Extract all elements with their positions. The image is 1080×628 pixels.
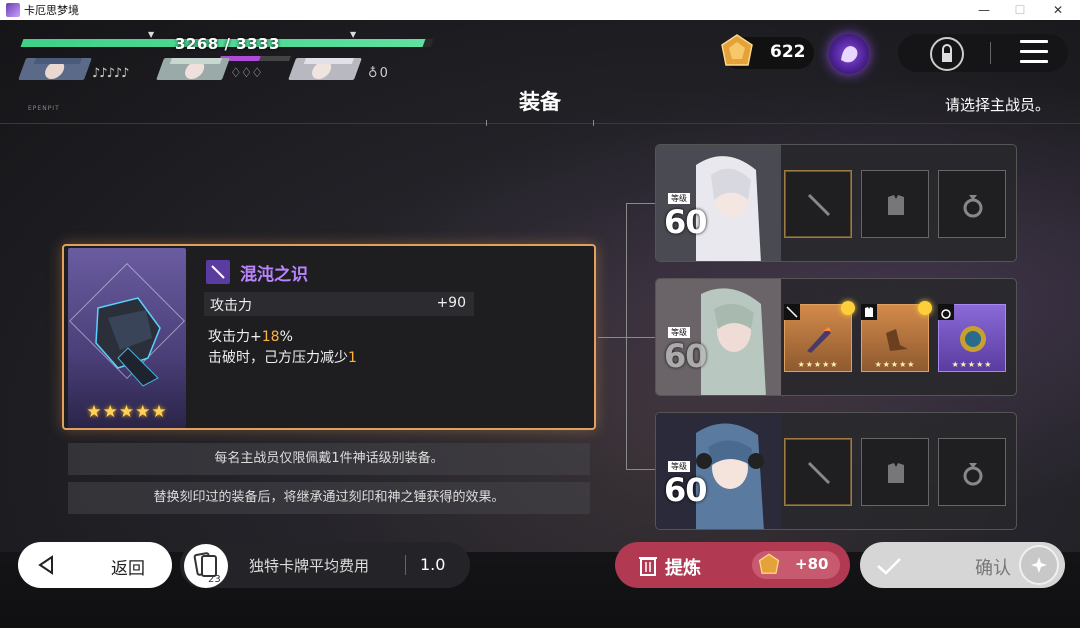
cost-label: 独特卡牌平均费用 bbox=[249, 557, 370, 575]
weapon-slot[interactable] bbox=[784, 170, 852, 238]
equipment-stars: ★★★★★ bbox=[86, 402, 168, 422]
hp-marker: ▼ bbox=[148, 30, 155, 39]
stat-value: +90 bbox=[436, 295, 466, 311]
sword-icon bbox=[807, 461, 831, 485]
party-member-portrait[interactable] bbox=[155, 58, 231, 80]
connector bbox=[626, 203, 627, 469]
selection-hint: 请选择主战员。 bbox=[944, 96, 1050, 114]
minimize-button[interactable]: — bbox=[964, 0, 1004, 20]
note-inherit: 替换刻印过的装备后，将继承通过刻印和神之锤获得的效果。 bbox=[68, 482, 590, 514]
effect-line-2: 击破时，己方压力减少1 bbox=[208, 350, 357, 366]
weapon-slot[interactable]: ★★★★★ bbox=[784, 301, 855, 372]
hp-marker: ▼ bbox=[350, 30, 357, 39]
connector bbox=[598, 337, 626, 338]
confirm-label: 确认 bbox=[975, 558, 1011, 579]
character-level: 60 bbox=[664, 203, 708, 241]
maximize-button[interactable]: ☐ bbox=[1000, 0, 1040, 20]
game-screen: ▼ ▼ 3268 / 3333 ♪♪♪♪♪ ♢♢♢ ♁ 0 EPENPIT 62… bbox=[0, 20, 1080, 628]
connector bbox=[626, 469, 656, 470]
weapon-item-icon bbox=[807, 327, 831, 353]
refine-reward: +80 bbox=[795, 555, 829, 573]
effect-line-1: 攻击力+18% bbox=[208, 329, 293, 345]
ring-icon bbox=[941, 309, 951, 319]
refine-label: 提炼 bbox=[665, 558, 701, 579]
trash-icon bbox=[639, 557, 657, 576]
title-decoration bbox=[486, 120, 594, 126]
boots-item-icon bbox=[886, 329, 908, 351]
app-icon bbox=[6, 3, 20, 17]
ring-slot[interactable] bbox=[938, 170, 1006, 238]
armor-slot[interactable] bbox=[861, 438, 929, 506]
member1-info: ♪♪♪♪♪ bbox=[92, 66, 129, 81]
party-hp-text: 3268 / 3333 bbox=[175, 35, 280, 53]
character-row[interactable]: 等级 60 bbox=[655, 412, 1017, 530]
back-button[interactable]: 返回 bbox=[18, 542, 172, 588]
stat-label: 攻击力 bbox=[210, 298, 252, 314]
armor-icon bbox=[888, 195, 904, 215]
connector bbox=[626, 203, 656, 204]
deck-icon[interactable] bbox=[184, 544, 228, 588]
gem-count: 622 bbox=[770, 42, 806, 62]
character-level: 60 bbox=[664, 337, 708, 375]
party-member-portrait[interactable] bbox=[287, 58, 363, 80]
equipment-image: ★★★★★ bbox=[68, 248, 186, 428]
page-title: 装备 bbox=[519, 90, 561, 114]
cost-value: 1.0 bbox=[420, 555, 446, 574]
sword-icon bbox=[807, 193, 831, 217]
menu-icon[interactable] bbox=[1020, 40, 1048, 66]
character-level: 60 bbox=[664, 471, 708, 509]
weapon-slot[interactable] bbox=[784, 438, 852, 506]
stat-row: 攻击力 +90 bbox=[204, 292, 474, 316]
window-title: 卡厄思梦境 bbox=[24, 4, 79, 17]
close-button[interactable]: ✕ bbox=[1038, 0, 1078, 20]
armor-icon bbox=[888, 463, 904, 483]
deck-count: 23 bbox=[208, 574, 221, 585]
sword-icon bbox=[786, 306, 798, 318]
check-icon bbox=[877, 558, 901, 575]
character-row[interactable]: 等级 60 bbox=[655, 144, 1017, 262]
weapon-type-icon bbox=[206, 260, 230, 284]
equipment-card: ★★★★★ 混沌之识 攻击力 +90 攻击力+18% 击破时，己方压力减少1 bbox=[62, 244, 596, 430]
confirm-sparkle-icon[interactable] bbox=[1019, 545, 1059, 585]
divider bbox=[405, 555, 406, 575]
armor-slot[interactable] bbox=[861, 170, 929, 238]
note-mythic-limit: 每名主战员仅限佩戴1件神话级别装备。 bbox=[68, 443, 590, 475]
armor-icon bbox=[865, 307, 873, 317]
divider bbox=[990, 42, 991, 64]
armor-slot[interactable]: ★★★★★ bbox=[861, 301, 932, 372]
ring-slot[interactable]: ★★★★★ bbox=[938, 304, 1006, 372]
gem-icon bbox=[758, 553, 780, 574]
member2-info: ♢♢♢ bbox=[230, 66, 263, 81]
party-member-portrait[interactable] bbox=[17, 58, 93, 80]
member-gauge-empty bbox=[259, 56, 291, 61]
back-label: 返回 bbox=[111, 559, 145, 579]
ring-icon bbox=[963, 463, 983, 486]
lock-icon[interactable] bbox=[930, 37, 964, 71]
member3-info: ♁ 0 bbox=[368, 66, 388, 81]
ring-slot[interactable] bbox=[938, 438, 1006, 506]
upgrade-sun-icon bbox=[918, 301, 932, 315]
character-row[interactable]: 等级 60 ★★★★★ ★★★★★ ★★★★★ bbox=[655, 278, 1017, 396]
orb-icon[interactable] bbox=[829, 34, 869, 74]
connector bbox=[626, 337, 656, 338]
ring-item-icon bbox=[960, 326, 986, 352]
equipment-name: 混沌之识 bbox=[240, 265, 308, 285]
ring-icon bbox=[963, 195, 983, 218]
upgrade-sun-icon bbox=[841, 301, 855, 315]
gem-icon bbox=[721, 34, 753, 66]
window-titlebar: 卡厄思梦境 — ☐ ✕ bbox=[0, 0, 1080, 20]
back-arrow-icon bbox=[38, 555, 53, 575]
